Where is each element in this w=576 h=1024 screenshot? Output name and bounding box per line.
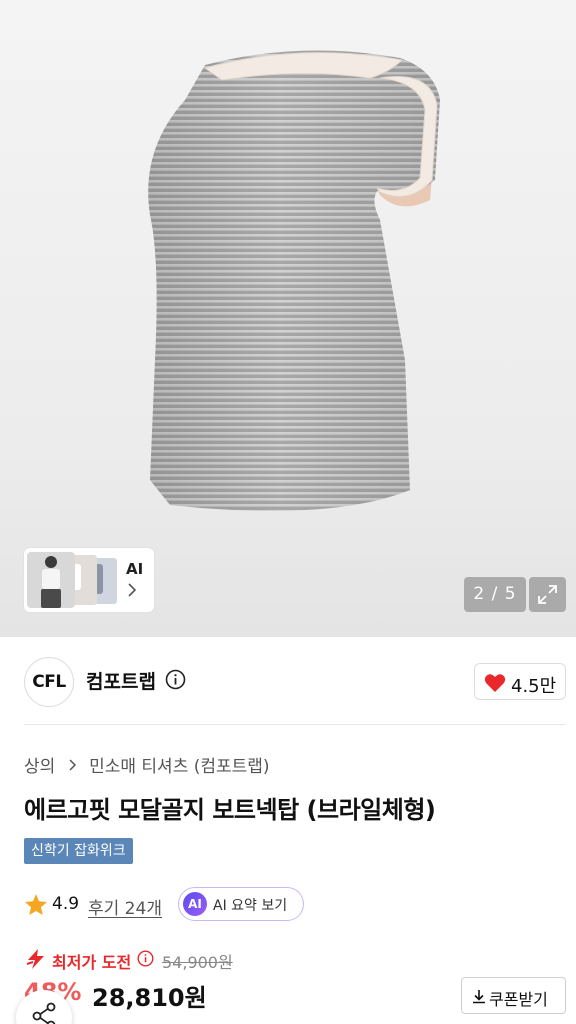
- expand-icon: [538, 585, 557, 604]
- brand-like-button[interactable]: 4.5만: [474, 663, 566, 700]
- ai-styling-thumbnails[interactable]: AI: [24, 548, 154, 612]
- coupon-label: 쿠폰받기: [489, 990, 548, 1009]
- download-icon: [473, 990, 485, 1004]
- styling-thumbnail-images: [27, 552, 117, 608]
- brand-logo[interactable]: CFL: [24, 657, 74, 707]
- breadcrumb-item[interactable]: 상의: [24, 752, 55, 777]
- product-title: 에르고핏 모달골지 보트넥탑 (브라일체형): [24, 796, 436, 824]
- lowest-price-label: 최저가 도전: [52, 953, 132, 972]
- sale-price: 28,810원: [92, 984, 207, 1012]
- ai-badge-icon: AI: [183, 892, 207, 916]
- bolt-icon: [26, 949, 44, 969]
- like-count: 4.5만: [511, 676, 557, 697]
- lowest-price-row: 최저가 도전 54,900원: [24, 946, 424, 972]
- breadcrumb-item[interactable]: 민소매 티셔츠 (컴포트랩): [89, 752, 269, 777]
- rating-score: 4.9: [52, 894, 80, 914]
- product-image-gallery[interactable]: AI 2 / 5: [0, 0, 576, 637]
- product-image: [148, 50, 440, 511]
- image-counter: 2 / 5: [464, 577, 526, 612]
- info-icon[interactable]: [165, 669, 186, 690]
- rating-row: 4.9 후기 24개 AI AI 요약 보기: [24, 887, 424, 923]
- brand-row: CFL 컴포트랩 4.5만: [0, 637, 576, 725]
- info-icon[interactable]: [137, 950, 154, 967]
- star-icon: [25, 894, 47, 915]
- promo-tag[interactable]: 신학기 잡화위크: [24, 838, 133, 864]
- ai-summary-button[interactable]: AI AI 요약 보기: [178, 887, 304, 921]
- brand-name[interactable]: 컴포트랩: [86, 667, 156, 694]
- original-price: 54,900원: [162, 953, 233, 972]
- expand-button[interactable]: [529, 577, 566, 612]
- chevron-right-icon: [69, 758, 76, 771]
- ai-label: AI: [126, 560, 144, 578]
- heart-icon: [484, 674, 506, 692]
- coupon-button[interactable]: 쿠폰받기: [461, 977, 566, 1014]
- divider: [24, 724, 566, 725]
- ai-summary-label: AI 요약 보기: [213, 898, 288, 914]
- share-icon: [32, 1002, 56, 1024]
- chevron-right-icon: [128, 583, 137, 597]
- review-count-link[interactable]: 후기 24개: [88, 894, 162, 919]
- breadcrumb: 상의 민소매 티셔츠 (컴포트랩): [24, 752, 270, 777]
